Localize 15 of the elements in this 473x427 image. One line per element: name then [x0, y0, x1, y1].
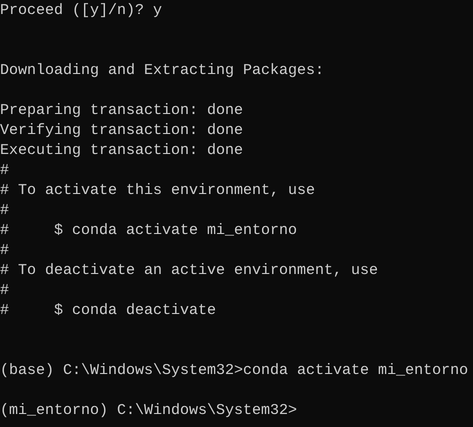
comment-line: #: [0, 201, 10, 221]
comment-line: # $ conda activate mi_entorno: [0, 221, 298, 241]
output-line: Verifying transaction: done: [0, 121, 244, 141]
comment-line: #: [0, 241, 10, 261]
comment-line: # $ conda deactivate: [0, 301, 216, 321]
output-line: Downloading and Extracting Packages:: [0, 61, 324, 81]
prompt-line: (base) C:\Windows\System32>conda activate mi_entorno: [0, 361, 468, 381]
comment-line: #: [0, 161, 10, 181]
comment-line: # To activate this environment, use: [0, 181, 316, 201]
prompt-line: (mi_entorno) C:\Windows\System32>: [0, 401, 298, 421]
comment-line: #: [0, 281, 10, 301]
output-line: Proceed ([y]/n)? y: [0, 1, 162, 21]
output-line: Preparing transaction: done: [0, 101, 244, 121]
output-line: Executing transaction: done: [0, 141, 244, 161]
comment-line: # To deactivate an active environment, use: [0, 261, 378, 281]
